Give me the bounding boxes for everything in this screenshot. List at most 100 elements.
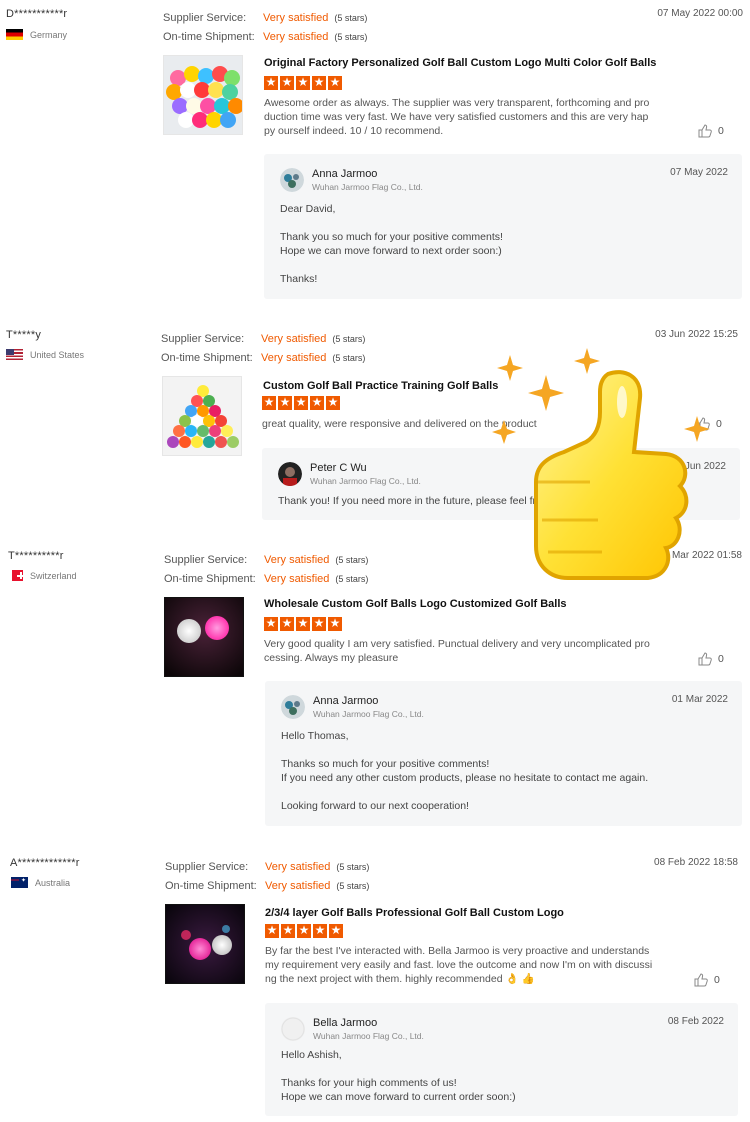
product-image[interactable]: [162, 376, 242, 456]
ontime-shipment-label: On-time Shipment:: [165, 879, 257, 892]
rating-stars: [264, 616, 342, 631]
country-label: Australia: [35, 877, 71, 888]
reply-body: Thank you! If you need more in the futur…: [278, 495, 536, 507]
like-button[interactable]: 0: [694, 973, 720, 987]
product-title[interactable]: Original Factory Personalized Golf Ball …: [264, 57, 656, 69]
star-icon: [262, 395, 276, 410]
like-count: 0: [714, 974, 720, 986]
ratings: Supplier Service: Very satisfied (5 stars)…: [164, 550, 368, 588]
reply-header: Anna Jarmoo Wuhan Jarmoo Flag Co., Ltd.: [280, 168, 423, 192]
like-button[interactable]: 0: [698, 652, 724, 666]
review-3: T**********r Switzerland Supplier Servic…: [0, 550, 750, 830]
ontime-shipment-value: Very satisfied: [261, 351, 327, 364]
avatar: [281, 695, 305, 719]
buyer-country: Australia: [11, 877, 146, 888]
avatar: [280, 168, 304, 192]
ontime-shipment-stars: (5 stars): [334, 31, 368, 42]
star-icon: [280, 75, 294, 90]
product-title[interactable]: Wholesale Custom Golf Balls Logo Customi…: [264, 598, 567, 610]
review-date: 08 Feb 2022 18:58: [654, 857, 738, 868]
like-icon: [698, 652, 712, 666]
united-states-flag-icon: [6, 349, 23, 360]
star-icon: [281, 923, 295, 938]
like-count: 0: [718, 653, 724, 665]
buyer-country: Germany: [6, 29, 146, 40]
buyer-info: T**********r Switzerland: [6, 550, 146, 581]
supplier-service-value: Very satisfied: [261, 332, 327, 345]
supplier-service-label: Supplier Service:: [161, 332, 245, 345]
reply-body: Hello Ashish, Thanks for your high comme…: [281, 1049, 516, 1103]
buyer-country: United States: [6, 349, 146, 360]
supplier-service-stars: (5 stars): [336, 861, 370, 872]
star-icon: [265, 923, 279, 938]
review-text: Awesome order as always. The supplier wa…: [264, 97, 650, 137]
review-date: 01 Mar 2022 01:58: [658, 550, 742, 561]
ratings: Supplier Service: Very satisfied (5 stars)…: [163, 8, 367, 46]
review-text: great quality, were responsive and deliv…: [262, 418, 537, 430]
star-icon: [328, 616, 342, 631]
buyer-info: A*************r Australia: [6, 857, 146, 888]
like-button[interactable]: 0: [696, 417, 722, 431]
ontime-shipment-label: On-time Shipment:: [161, 351, 253, 364]
reply-date: 07 May 2022: [670, 167, 728, 178]
reply-company: Wuhan Jarmoo Flag Co., Ltd.: [310, 476, 421, 486]
review-date: 03 Jun 2022 15:25: [655, 329, 738, 340]
star-icon: [297, 923, 311, 938]
country-label: Switzerland: [30, 570, 77, 581]
product-image[interactable]: [164, 597, 244, 677]
reply-body: Dear David, Thank you so much for your p…: [280, 203, 503, 285]
review-1: D***********r Germany Supplier Service: V…: [0, 8, 750, 308]
star-icon: [278, 395, 292, 410]
buyer-country: Switzerland: [12, 570, 146, 581]
ontime-shipment-stars: (5 stars): [336, 880, 370, 891]
review-4: A*************r Australia Supplier Servi…: [0, 857, 750, 1122]
star-icon: [264, 75, 278, 90]
country-label: United States: [30, 349, 85, 360]
product-image[interactable]: [165, 904, 245, 984]
ontime-shipment-stars: (5 stars): [335, 573, 369, 584]
product-image[interactable]: [163, 55, 243, 135]
ratings: Supplier Service: Very satisfied (5 stars)…: [165, 857, 369, 895]
like-count: 0: [718, 125, 724, 137]
reply-author: Peter C Wu: [310, 462, 367, 474]
product-title[interactable]: Custom Golf Ball Practice Training Golf …: [263, 380, 498, 392]
supplier-service-value: Very satisfied: [264, 553, 330, 566]
rating-stars: [265, 923, 343, 938]
star-icon: [296, 616, 310, 631]
review-date: 07 May 2022 00:00: [657, 8, 743, 19]
supplier-service-label: Supplier Service:: [164, 553, 248, 566]
star-icon: [328, 75, 342, 90]
star-icon: [296, 75, 310, 90]
star-icon: [326, 395, 340, 410]
supplier-reply: Anna Jarmoo Wuhan Jarmoo Flag Co., Ltd. …: [264, 154, 742, 299]
star-icon: [280, 616, 294, 631]
supplier-reply: Anna Jarmoo Wuhan Jarmoo Flag Co., Ltd. …: [265, 681, 742, 826]
reply-body: Hello Thomas, Thanks so much for your po…: [281, 730, 649, 812]
like-button[interactable]: 0: [698, 124, 724, 138]
buyer-name: T*****y: [6, 329, 42, 341]
reply-company: Wuhan Jarmoo Flag Co., Ltd.: [313, 709, 424, 719]
ontime-shipment-stars: (5 stars): [332, 352, 366, 363]
reply-company: Wuhan Jarmoo Flag Co., Ltd.: [313, 1031, 424, 1041]
reply-author: Bella Jarmoo: [313, 1017, 378, 1029]
review-2: T*****y United States Supplier Service: V…: [0, 329, 750, 529]
star-icon: [294, 395, 308, 410]
review-text: By far the best I've interacted with. Be…: [265, 945, 653, 985]
supplier-service-value: Very satisfied: [263, 11, 329, 24]
star-icon: [312, 75, 326, 90]
germany-flag-icon: [6, 29, 23, 40]
supplier-service-stars: (5 stars): [332, 333, 366, 344]
reply-header: Anna Jarmoo Wuhan Jarmoo Flag Co., Ltd.: [281, 695, 424, 719]
like-icon: [698, 124, 712, 138]
reply-date: 05 Jun 2022: [670, 461, 726, 472]
product-title[interactable]: 2/3/4 layer Golf Balls Professional Golf…: [265, 907, 564, 919]
ontime-shipment-value: Very satisfied: [263, 30, 329, 43]
supplier-service-value: Very satisfied: [265, 860, 331, 873]
supplier-service-label: Supplier Service:: [163, 11, 247, 24]
star-icon: [264, 616, 278, 631]
like-icon: [694, 973, 708, 987]
ontime-shipment-value: Very satisfied: [264, 572, 330, 585]
star-icon: [329, 923, 343, 938]
ontime-shipment-label: On-time Shipment:: [163, 30, 255, 43]
reply-date: 08 Feb 2022: [667, 1016, 724, 1027]
